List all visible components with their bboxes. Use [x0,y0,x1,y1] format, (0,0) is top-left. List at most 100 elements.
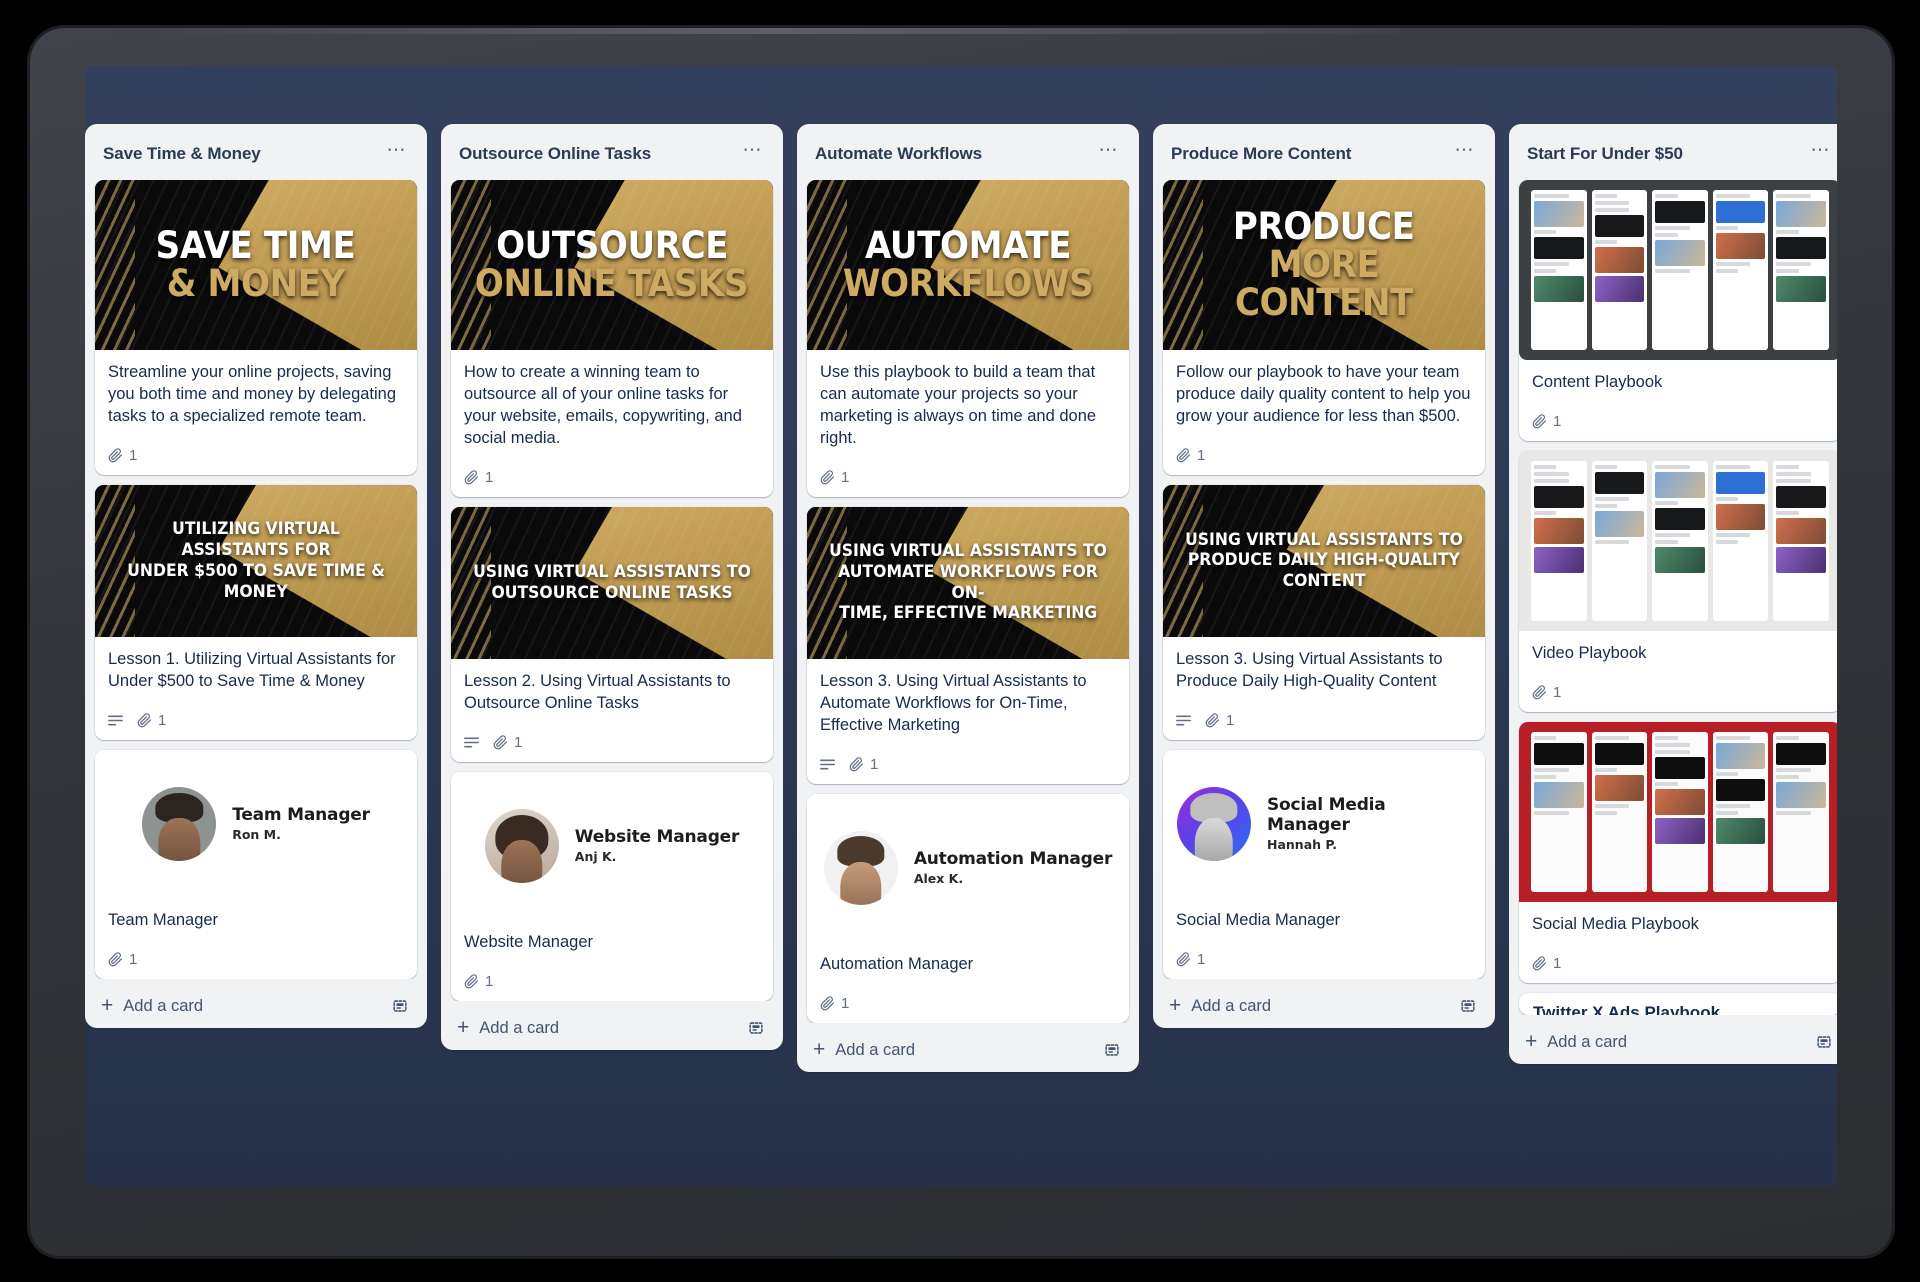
avatar [484,808,559,883]
plus-icon: + [813,1038,826,1061]
card[interactable]: SAVE TIME & MONEY Streamline your online p… [95,180,417,475]
card-title: Follow our playbook to have your team pr… [1176,363,1471,425]
card[interactable]: USING VIRTUAL ASSISTANTS TO PRODUCE DAILY… [1163,484,1485,740]
card[interactable]: Twitter X Ads Playbook [1519,992,1837,1015]
ellipsis-icon[interactable]: ⋯ [737,141,770,166]
member-role: Automation Manager [913,849,1113,870]
member-name: Hannah P. [1267,837,1337,853]
paperclip-icon [1176,448,1191,463]
card-title: Use this playbook to build a team that c… [820,363,1097,447]
card-cover-image: USING VIRTUAL ASSISTANTS TO PRODUCE DAILY… [1163,484,1485,637]
board-list: Produce More Content ⋯ PRODUCE MORE CONTENT… [1153,124,1495,1028]
ellipsis-icon[interactable]: ⋯ [1093,141,1126,166]
add-card-button[interactable]: + Add a card [1525,1030,1628,1054]
card-body: Streamline your online projects, saving … [95,350,417,438]
member-role: Team Manager [232,805,370,826]
card-template-icon[interactable] [1103,1041,1121,1059]
add-card-footer[interactable]: + Add a card [1517,1021,1837,1064]
member-name: Anj K. [574,849,617,865]
card[interactable]: Social Media Manager Hannah P. Social Medi… [1163,749,1485,979]
card[interactable]: AUTOMATE WORKFLOWS Use this playbook to bu… [807,180,1129,497]
card[interactable]: Social Media Playbook 1 [1519,721,1837,983]
paperclip-icon [493,734,508,750]
card[interactable]: PRODUCE MORE CONTENT Follow our playbook t… [1163,180,1485,475]
card[interactable]: Team Manager Ron M. Team Manager 1 [95,749,417,979]
ellipsis-icon[interactable]: ⋯ [1805,141,1838,166]
card[interactable]: Website Manager Anj K. Website Manager 1 [451,771,773,1001]
attachment-count: 1 [485,972,494,990]
attachment-badge: 1 [137,712,166,729]
add-card-footer[interactable]: + Add a card [93,985,419,1028]
add-card-footer[interactable]: + Add a card [805,1029,1131,1072]
device-frame: Save Time & Money ⋯ SAVE TIME & MONEY Stream… [30,28,1892,1256]
paperclip-icon [1205,713,1220,728]
card-template-icon[interactable] [391,997,409,1015]
playbook-panel [1591,190,1648,350]
card[interactable]: Content Playbook 1 [1519,180,1837,441]
card[interactable]: Automation Manager Alex K. Automation Mana… [807,793,1129,1023]
attachment-badge: 1 [849,756,878,773]
attachment-count: 1 [129,446,138,464]
card-badges: 1 [807,460,1129,497]
card-body: Social Media Manager [1163,898,1485,942]
member-cover: Website Manager Anj K. [451,771,773,920]
card[interactable]: UTILIZING VIRTUAL ASSISTANTS FOR UNDER $5… [95,484,417,740]
card-badges: 1 [1519,675,1837,712]
ellipsis-icon[interactable]: ⋯ [381,141,414,166]
list-title[interactable]: Automate Workflows [815,144,982,164]
add-card-button[interactable]: + Add a card [457,1017,559,1038]
member-role: Website Manager [574,827,740,848]
list-cards: Content Playbook 1 Video Playbook 1 Social M… [1517,180,1837,1015]
plus-icon: + [1525,1030,1538,1054]
list-title[interactable]: Outsource Online Tasks [459,144,651,164]
card-template-icon[interactable] [1459,997,1477,1015]
ellipsis-icon[interactable]: ⋯ [1449,141,1482,166]
card-template-icon[interactable] [747,1019,765,1037]
list-header: Start For Under $50 ⋯ [1517,132,1837,180]
add-card-button[interactable]: + Add a card [1169,995,1271,1016]
card[interactable]: USING VIRTUAL ASSISTANTS TO AUTOMATE WORK… [807,506,1129,784]
add-card-button[interactable]: + Add a card [101,994,203,1018]
card-body: How to create a winning team to outsourc… [451,350,773,460]
member-name: Ron M. [232,827,281,843]
card-cover-image: SAVE TIME & MONEY [95,180,417,350]
plus-icon: + [101,994,114,1018]
attachment-badge: 1 [1532,413,1561,430]
list-title[interactable]: Produce More Content [1171,144,1351,164]
playbook-panel [1712,460,1769,621]
playbook-panel [1773,731,1829,892]
playbook-panel [1712,190,1769,350]
list-cards: PRODUCE MORE CONTENT Follow our playbook t… [1161,180,1487,979]
card-cover-image: UTILIZING VIRTUAL ASSISTANTS FOR UNDER $5… [95,484,417,637]
card-cover-image: USING VIRTUAL ASSISTANTS TO OUTSOURCE ONL… [451,506,773,659]
card[interactable]: OUTSOURCE ONLINE TASKS How to create a win… [451,180,773,497]
card-template-icon[interactable] [1815,1033,1833,1051]
attachment-count: 1 [485,468,494,486]
card-badges: 1 [1519,946,1837,983]
card-badges: 1 [451,964,773,1001]
attachment-count: 1 [841,994,850,1012]
card[interactable]: USING VIRTUAL ASSISTANTS TO OUTSOURCE ONL… [451,506,773,762]
card-cover-image: USING VIRTUAL ASSISTANTS TO AUTOMATE WORK… [807,506,1129,659]
paperclip-icon [108,448,123,463]
card-badges: 1 [451,725,773,762]
member-cover: Automation Manager Alex K. [807,793,1129,942]
playbook-panel [1531,190,1587,350]
playbook-panel [1652,190,1708,350]
playbook-panel [1712,731,1769,892]
list-title[interactable]: Save Time & Money [103,144,261,164]
attachment-badge: 1 [820,469,849,486]
card[interactable]: Video Playbook 1 [1519,450,1837,712]
board-list: Outsource Online Tasks ⋯ OUTSOURCE ONLINE T… [441,124,783,1050]
attachment-count: 1 [870,755,879,773]
add-card-button[interactable]: + Add a card [813,1038,915,1061]
card-cover-image [1519,180,1837,360]
card-badges: 1 [807,747,1129,784]
add-card-footer[interactable]: + Add a card [1161,985,1487,1028]
add-card-footer[interactable]: + Add a card [449,1007,775,1050]
attachment-count: 1 [514,733,523,751]
add-card-label: Add a card [1547,1032,1628,1051]
attachment-badge: 1 [820,995,849,1012]
paperclip-icon [464,973,479,989]
list-title[interactable]: Start For Under $50 [1527,144,1683,164]
